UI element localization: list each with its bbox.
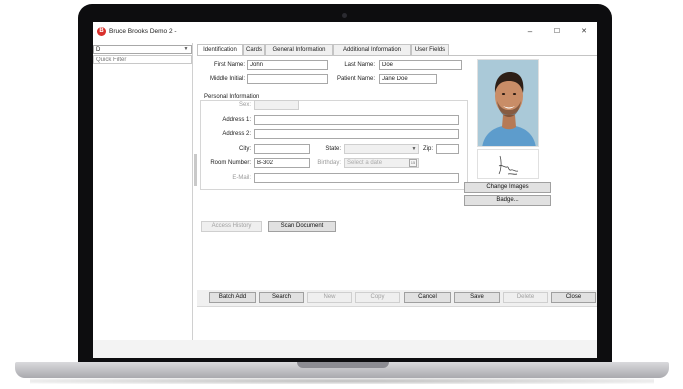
first-name-field[interactable] xyxy=(247,60,328,70)
cancel-button[interactable]: Cancel xyxy=(404,292,451,303)
personal-information-title: Personal Information xyxy=(203,94,261,100)
email-label: E-Mail: xyxy=(232,175,251,181)
sex-select xyxy=(254,100,299,110)
birthday-field[interactable]: Select a date 15 xyxy=(344,158,419,168)
tab-general-information[interactable]: General Information xyxy=(265,44,333,55)
address2-label: Address 2: xyxy=(222,131,251,137)
save-button[interactable]: Save xyxy=(454,292,500,303)
birthday-placeholder: Select a date xyxy=(347,160,383,166)
city-field[interactable] xyxy=(254,144,310,154)
quick-filter-input[interactable] xyxy=(93,55,192,64)
email-field[interactable] xyxy=(254,173,459,183)
minimize-icon[interactable]: – xyxy=(524,26,536,38)
tab-cards[interactable]: Cards xyxy=(243,44,265,55)
calendar-icon[interactable]: 15 xyxy=(409,159,417,167)
title-bar: B Bruce Brooks Demo 2 - – ☐ ✕ xyxy=(93,22,597,42)
person-photo xyxy=(477,59,539,147)
signature-scribble xyxy=(498,155,519,175)
screen-empty-area xyxy=(93,340,597,358)
laptop-shadow xyxy=(30,378,654,384)
room-number-label: Room Number: xyxy=(210,160,251,166)
left-eye xyxy=(501,93,506,95)
access-history-button[interactable]: Access History xyxy=(201,221,262,232)
city-label: City: xyxy=(239,146,251,152)
scan-document-button[interactable]: Scan Document xyxy=(268,221,336,232)
copy-button[interactable]: Copy xyxy=(355,292,400,303)
zip-label: Zip: xyxy=(422,146,433,152)
address1-field[interactable] xyxy=(254,115,459,125)
delete-button[interactable]: Delete xyxy=(503,292,548,303)
change-images-button[interactable]: Change Images xyxy=(464,182,551,193)
address1-label: Address 1: xyxy=(222,117,251,123)
birthday-label: Birthday: xyxy=(317,160,341,166)
close-button[interactable]: Close xyxy=(551,292,596,303)
last-name-label: Last Name: xyxy=(344,62,375,68)
portrait-image xyxy=(478,60,538,146)
address2-field[interactable] xyxy=(254,129,459,139)
new-button[interactable]: New xyxy=(307,292,352,303)
maximize-icon[interactable]: ☐ xyxy=(551,26,563,38)
neck xyxy=(502,115,516,130)
state-label: State: xyxy=(325,146,341,152)
footer-divider xyxy=(197,306,597,307)
tab-user-fields[interactable]: User Fields xyxy=(411,44,449,55)
close-icon[interactable]: ✕ xyxy=(578,26,590,38)
right-eye xyxy=(512,93,517,95)
zip-field[interactable] xyxy=(436,144,459,154)
state-select[interactable]: ▼ xyxy=(344,144,419,154)
badge-button[interactable]: Badge... xyxy=(464,195,551,206)
app-window: B Bruce Brooks Demo 2 - – ☐ ✕ D ▼ Identi… xyxy=(93,22,597,340)
record-selector[interactable]: D ▼ xyxy=(93,45,192,54)
record-list-pane: D ▼ xyxy=(93,43,193,340)
chevron-down-icon[interactable]: ▼ xyxy=(182,46,190,53)
middle-initial-field[interactable] xyxy=(247,74,328,84)
middle-initial-label: Middle Initial: xyxy=(209,76,245,82)
batch-add-button[interactable]: Batch Add xyxy=(209,292,256,303)
tab-additional-information[interactable]: Additional Information xyxy=(333,44,411,55)
window-title: Bruce Brooks Demo 2 - xyxy=(109,28,177,35)
patient-name-field[interactable] xyxy=(379,74,437,84)
record-selector-value: D xyxy=(96,47,101,53)
laptop-hinge-notch xyxy=(297,362,389,368)
chevron-down-icon[interactable]: ▼ xyxy=(410,145,418,153)
sex-label: Sex: xyxy=(238,102,251,108)
patient-name-label: Patient Name: xyxy=(336,76,375,82)
room-number-field[interactable] xyxy=(254,158,310,168)
signature-stroke xyxy=(498,155,519,175)
first-name-label: First Name: xyxy=(213,62,245,68)
signature-image xyxy=(477,149,539,179)
webcam xyxy=(342,13,347,18)
app-logo-icon: B xyxy=(97,27,106,36)
search-button[interactable]: Search xyxy=(259,292,304,303)
last-name-field[interactable] xyxy=(379,60,462,70)
